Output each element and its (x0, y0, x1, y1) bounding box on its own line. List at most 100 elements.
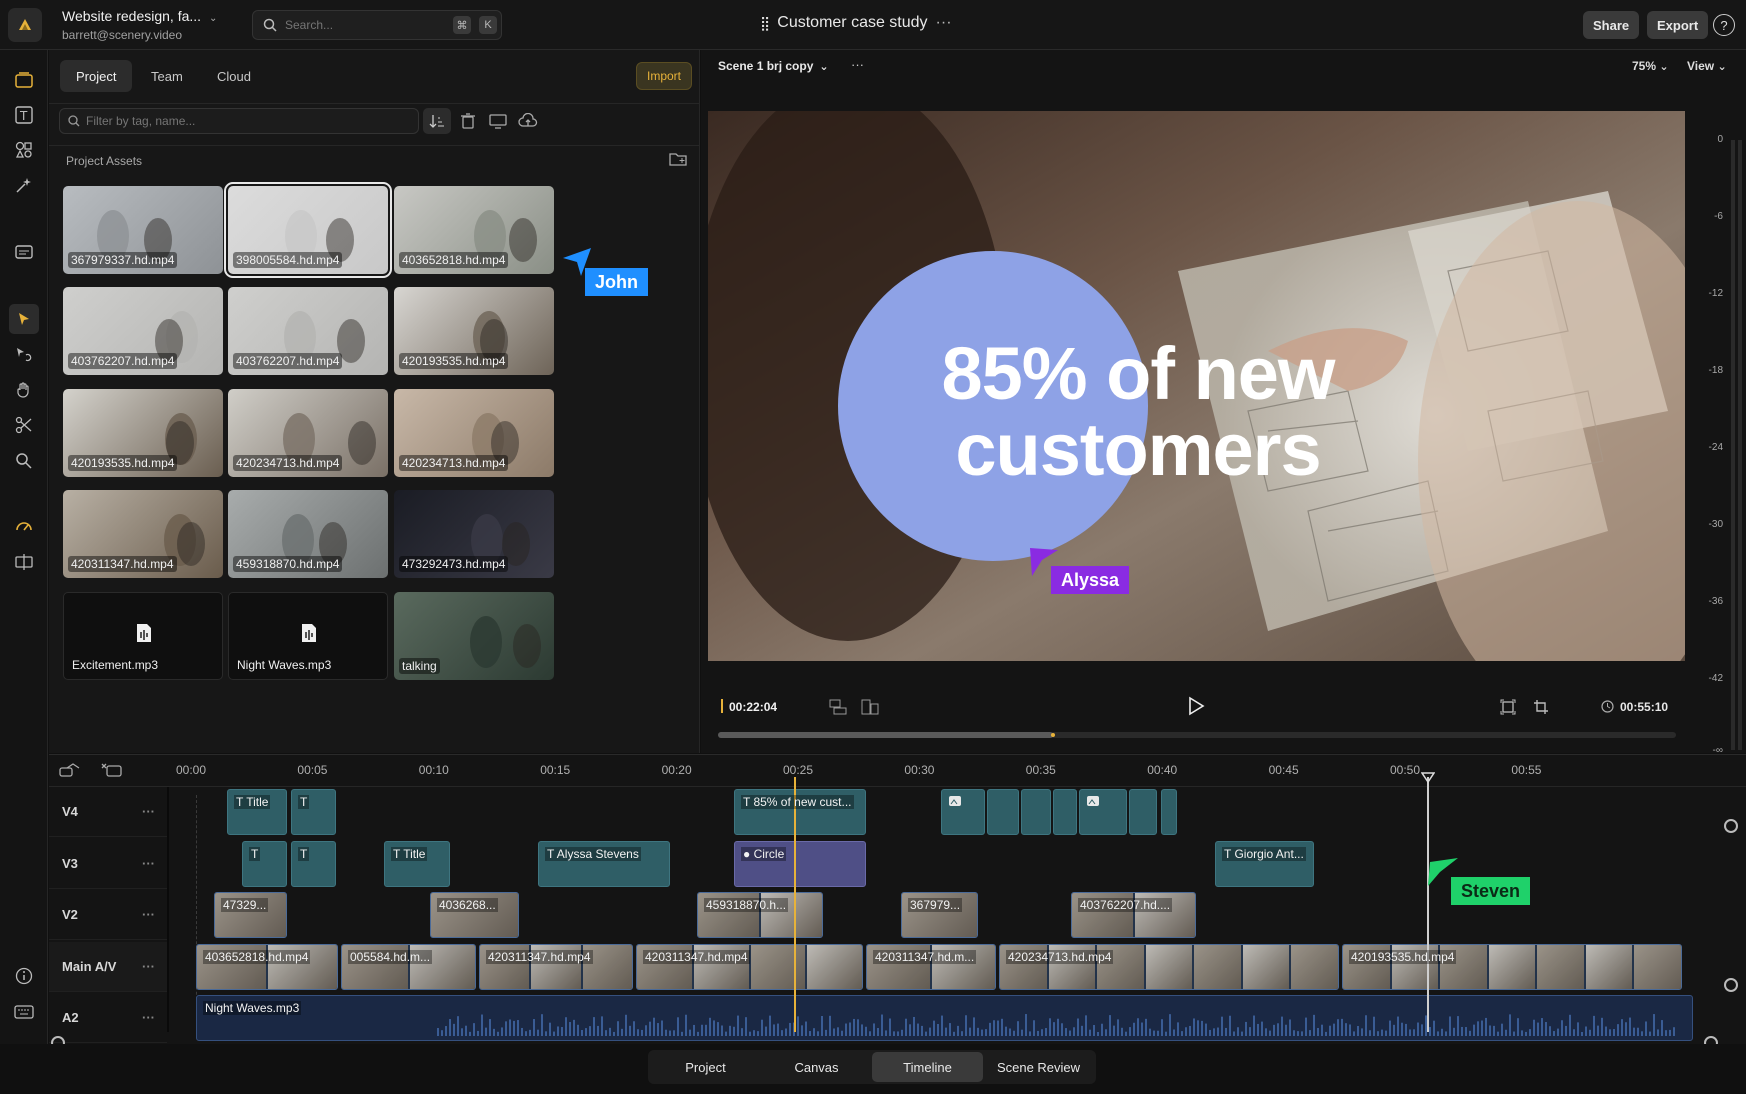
tab-cloud[interactable]: Cloud (201, 60, 267, 92)
video-asset[interactable]: 420193535.hd.mp4 (63, 389, 223, 477)
track-more-icon[interactable]: ··· (142, 856, 155, 871)
tab-scene-review-view[interactable]: Scene Review (983, 1052, 1094, 1082)
canvas-frame[interactable]: 85% of new customers Alyssa (708, 111, 1685, 661)
image-clip[interactable] (987, 789, 1019, 835)
tab-timeline-view[interactable]: Timeline (872, 1052, 983, 1082)
timeline-clip[interactable]: T 85% of new cust... (734, 789, 866, 835)
shapes-icon[interactable] (12, 138, 36, 162)
video-clip[interactable]: 420311347.hd.m... (866, 944, 996, 990)
video-clip[interactable]: 403762207.hd.... (1071, 892, 1196, 938)
timeline-clip[interactable]: T (242, 841, 287, 887)
scissors-icon[interactable] (12, 413, 36, 437)
trash-icon[interactable] (454, 108, 482, 134)
select-tool-icon[interactable] (9, 304, 39, 334)
audio-asset[interactable]: Night Waves.mp3 (228, 592, 388, 680)
video-asset[interactable]: 420311347.hd.mp4 (63, 490, 223, 578)
video-asset[interactable]: 367979337.hd.mp4 (63, 186, 223, 274)
video-asset[interactable]: 403762207.hd.mp4 (63, 287, 223, 375)
more-icon[interactable]: ··· (936, 14, 952, 32)
video-asset[interactable]: 403762207.hd.mp4 (228, 287, 388, 375)
share-button[interactable]: Share (1583, 11, 1640, 39)
headline-text[interactable]: 85% of new customers (918, 336, 1358, 488)
ripple-tool-icon[interactable] (12, 342, 36, 366)
image-clip[interactable] (1079, 789, 1127, 835)
track-more-icon[interactable]: ··· (142, 1010, 155, 1025)
video-clip[interactable]: 459318870.h... (697, 892, 823, 938)
timeline-clip[interactable]: T (291, 789, 336, 835)
app-logo-icon[interactable] (8, 8, 42, 42)
text-tool-icon[interactable]: T (12, 103, 36, 127)
track-header[interactable]: V2 ··· (49, 890, 167, 940)
overwrite-clip-icon[interactable] (861, 699, 879, 718)
play-icon[interactable] (1187, 696, 1205, 719)
monitor-icon[interactable] (484, 108, 512, 134)
video-asset[interactable]: 473292473.hd.mp4 (394, 490, 554, 578)
image-clip[interactable] (1053, 789, 1077, 835)
video-clip[interactable]: 420311347.hd.mp4 (479, 944, 633, 990)
filter-box[interactable] (59, 108, 419, 134)
keyboard-icon[interactable] (12, 1000, 36, 1024)
video-clip[interactable]: 420193535.hd.mp4 (1342, 944, 1682, 990)
tab-canvas-view[interactable]: Canvas (761, 1052, 872, 1082)
import-button[interactable]: Import (636, 62, 692, 90)
fit-frame-icon[interactable] (1500, 699, 1516, 718)
video-clip[interactable]: 367979... (901, 892, 978, 938)
scene-selector[interactable]: Scene 1 brj copy ⌄ (718, 59, 829, 73)
image-clip[interactable] (1129, 789, 1157, 835)
shape-clip[interactable]: ● Circle (734, 841, 866, 887)
track-header[interactable]: V4 ··· (49, 787, 167, 837)
playhead[interactable] (794, 777, 796, 1032)
timeline-clip[interactable]: T Title (384, 841, 450, 887)
zoom-handle-icon[interactable] (1724, 819, 1738, 833)
audio-clip[interactable]: Night Waves.mp3 (196, 995, 1693, 1041)
video-clip[interactable]: 005584.hd.m... (341, 944, 476, 990)
track-header[interactable]: A2 ··· (49, 993, 167, 1043)
track-more-icon[interactable]: ··· (142, 804, 155, 819)
tab-project-view[interactable]: Project (650, 1052, 761, 1082)
view-selector[interactable]: View ⌄ (1687, 59, 1727, 73)
media-icon[interactable] (12, 68, 36, 92)
zoom-tool-icon[interactable] (12, 449, 36, 473)
timeline-clip[interactable]: T Alyssa Stevens (538, 841, 670, 887)
video-asset[interactable]: talking (394, 592, 554, 680)
split-screen-icon[interactable] (12, 550, 36, 574)
insert-clip-icon[interactable] (829, 699, 847, 718)
video-clip[interactable]: 47329... (214, 892, 287, 938)
magnet-snap-icon[interactable] (101, 762, 123, 781)
zoom-selector[interactable]: 75% ⌄ (1632, 59, 1669, 73)
search-input[interactable] (285, 18, 445, 32)
scene-more-icon[interactable]: ··· (851, 57, 864, 72)
track-header[interactable]: Main A/V ··· (49, 942, 167, 992)
timeline-clip[interactable]: T Title (227, 789, 287, 835)
project-title[interactable]: Website redesign, fa... ⌄ (62, 8, 217, 24)
timeline-clip[interactable]: T Giorgio Ant... (1215, 841, 1314, 887)
ai-effects-icon[interactable] (12, 173, 36, 197)
scrub-bar[interactable] (718, 732, 1676, 738)
zoom-handle-icon[interactable] (1724, 978, 1738, 992)
video-asset[interactable]: 398005584.hd.mp4 (224, 182, 392, 278)
sort-icon[interactable] (423, 108, 451, 134)
captions-icon[interactable] (12, 240, 36, 264)
info-icon[interactable] (12, 964, 36, 988)
filter-input[interactable] (86, 114, 406, 128)
timeline-clip[interactable]: T (291, 841, 336, 887)
video-clip[interactable]: 4036268... (430, 892, 519, 938)
new-folder-icon[interactable] (669, 152, 687, 169)
image-clip[interactable] (1161, 789, 1177, 835)
audio-asset[interactable]: Excitement.mp3 (63, 592, 223, 680)
video-clip[interactable]: 420234713.hd.mp4 (999, 944, 1339, 990)
cloud-upload-icon[interactable] (514, 108, 542, 134)
tab-project[interactable]: Project (60, 60, 133, 92)
video-asset[interactable]: 420234713.hd.mp4 (228, 389, 388, 477)
track-more-icon[interactable]: ··· (142, 959, 155, 974)
search-box[interactable]: ⌘ K (252, 10, 502, 40)
video-asset[interactable]: 459318870.hd.mp4 (228, 490, 388, 578)
image-clip[interactable] (1021, 789, 1051, 835)
video-clip[interactable]: 420311347.hd.mp4 (636, 944, 863, 990)
track-header[interactable]: V3 ··· (49, 839, 167, 889)
video-asset[interactable]: 420234713.hd.mp4 (394, 389, 554, 477)
hand-tool-icon[interactable] (12, 378, 36, 402)
video-clip[interactable]: 403652818.hd.mp4 (196, 944, 338, 990)
tab-team[interactable]: Team (135, 60, 199, 92)
export-button[interactable]: Export (1647, 11, 1709, 39)
